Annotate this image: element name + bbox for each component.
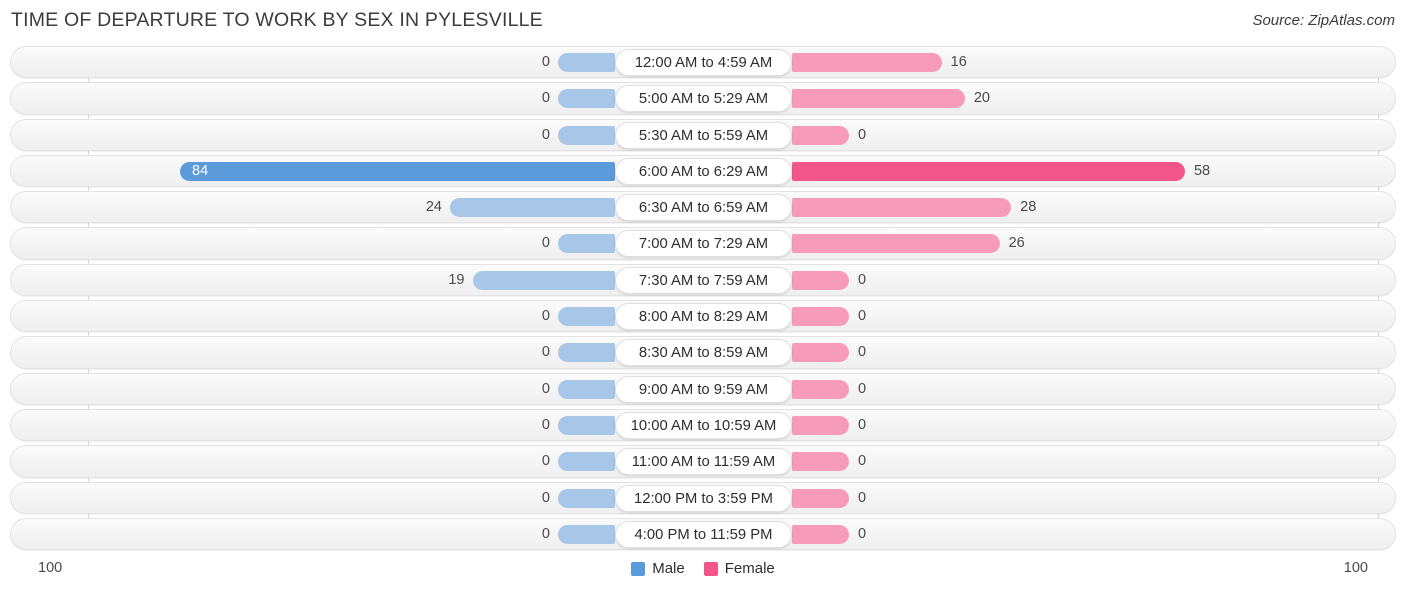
bar-male — [472, 270, 615, 290]
value-label-female: 16 — [950, 54, 967, 70]
legend-swatch-icon — [703, 561, 718, 576]
value-label-male: 84 — [192, 162, 209, 179]
chart-row: 0 0 5:30 AM to 5:59 AM — [0, 117, 1406, 153]
category-label: 12:00 AM to 4:59 AM — [615, 49, 792, 76]
bar-female — [792, 379, 849, 399]
chart-plot-area: 0 16 12:00 AM to 4:59 AM 0 20 5:00 AM to 5:29… — [0, 44, 1406, 552]
bar-female — [792, 89, 965, 109]
value-label-female: 0 — [858, 308, 867, 325]
category-label: 5:00 AM to 5:29 AM — [615, 85, 792, 113]
value-label-female: 28 — [1020, 199, 1037, 216]
bar-female — [792, 307, 849, 327]
bar-female — [792, 343, 849, 363]
chart-row: 0 0 11:00 AM to 11:59 AM — [0, 443, 1406, 479]
legend-swatch-icon — [631, 561, 646, 576]
category-label: 7:00 AM to 7:29 AM — [615, 230, 792, 258]
bar-female — [792, 270, 849, 290]
bar-male — [180, 161, 615, 181]
chart-row: 0 20 5:00 AM to 5:29 AM — [0, 80, 1406, 116]
value-label-male: 0 — [541, 489, 550, 506]
value-label-male: 0 — [541, 416, 550, 433]
category-label: 5:30 AM to 5:59 AM — [615, 121, 792, 149]
value-label-female: 0 — [858, 344, 867, 361]
category-label: 6:00 AM to 6:29 AM — [615, 157, 792, 185]
category-label: 12:00 PM to 3:59 PM — [615, 484, 792, 512]
chart-header: TIME OF DEPARTURE TO WORK BY SEX IN PYLE… — [0, 0, 1406, 42]
bar-male — [450, 198, 615, 218]
value-label-male: 0 — [541, 126, 550, 143]
value-label-female: 20 — [973, 90, 990, 107]
bar-male — [558, 53, 615, 72]
legend-item[interactable]: Female — [703, 560, 775, 577]
source-label: Source: ZipAtlas.com — [1252, 12, 1395, 29]
value-label-male: 19 — [448, 271, 465, 288]
category-label: 7:30 AM to 7:59 AM — [615, 266, 792, 294]
chart-row: 0 0 10:00 AM to 10:59 AM — [0, 407, 1406, 443]
legend-item[interactable]: Male — [631, 560, 685, 577]
chart-row: 0 0 8:30 AM to 8:59 AM — [0, 334, 1406, 370]
chart-row: 0 0 9:00 AM to 9:59 AM — [0, 371, 1406, 407]
bar-female — [792, 234, 1000, 254]
chart-legend: Male Female — [0, 560, 1406, 577]
value-label-male: 0 — [541, 453, 550, 470]
category-label: 4:00 PM to 11:59 PM — [615, 520, 792, 548]
value-label-female: 0 — [858, 380, 867, 397]
bar-female — [792, 125, 849, 145]
value-label-female: 26 — [1008, 235, 1025, 252]
value-label-male: 0 — [541, 308, 550, 325]
category-label: 10:00 AM to 10:59 AM — [615, 411, 792, 439]
category-label: 8:00 AM to 8:29 AM — [615, 303, 792, 331]
chart-row: 19 0 7:30 AM to 7:59 AM — [0, 262, 1406, 298]
chart-row: 0 26 7:00 AM to 7:29 AM — [0, 225, 1406, 261]
page-title: TIME OF DEPARTURE TO WORK BY SEX IN PYLE… — [11, 9, 543, 31]
chart-row: 0 0 4:00 PM to 11:59 PM — [0, 516, 1406, 552]
chart-footer: 100 100 Male Female — [0, 552, 1406, 594]
value-label-male: 0 — [541, 344, 550, 361]
value-label-female: 0 — [858, 416, 867, 433]
value-label-female: 0 — [858, 126, 867, 143]
bar-male — [558, 524, 615, 544]
value-label-female: 0 — [858, 271, 867, 288]
value-label-male: 0 — [541, 235, 550, 252]
value-label-female: 0 — [858, 453, 867, 470]
bar-male — [558, 234, 615, 254]
bar-male — [558, 415, 615, 435]
bar-female — [792, 415, 849, 435]
chart-row: 0 0 12:00 PM to 3:59 PM — [0, 480, 1406, 516]
bar-female — [792, 488, 849, 508]
chart-rows: 0 16 12:00 AM to 4:59 AM 0 20 5:00 AM to 5:29… — [0, 44, 1406, 552]
bar-male — [558, 307, 615, 327]
value-label-male: 24 — [425, 199, 442, 216]
category-label: 9:00 AM to 9:59 AM — [615, 375, 792, 403]
value-label-male: 0 — [541, 525, 550, 542]
legend-label: Male — [652, 560, 685, 577]
chart-row: 0 0 8:00 AM to 8:29 AM — [0, 298, 1406, 334]
bar-female — [792, 452, 849, 472]
value-label-female: 58 — [1193, 162, 1211, 179]
bar-male — [558, 488, 615, 508]
bar-female — [792, 53, 942, 72]
bar-female — [792, 524, 849, 544]
bar-male — [558, 89, 615, 109]
bar-male — [558, 343, 615, 363]
bar-male — [558, 452, 615, 472]
category-label: 11:00 AM to 11:59 AM — [615, 448, 792, 476]
legend-label: Female — [724, 560, 775, 577]
bar-female — [792, 161, 1185, 181]
chart-row: 0 16 12:00 AM to 4:59 AM — [0, 44, 1406, 80]
value-label-male: 0 — [541, 90, 550, 107]
value-label-female: 0 — [858, 525, 867, 542]
value-label-male: 0 — [541, 380, 550, 397]
chart-row: 24 28 6:30 AM to 6:59 AM — [0, 189, 1406, 225]
category-label: 8:30 AM to 8:59 AM — [615, 339, 792, 367]
bar-male — [558, 379, 615, 399]
bar-male — [558, 125, 615, 145]
category-label: 6:30 AM to 6:59 AM — [615, 194, 792, 222]
bar-female — [792, 198, 1012, 218]
value-label-male: 0 — [541, 54, 550, 70]
value-label-female: 0 — [858, 489, 867, 506]
chart-row: 84 58 6:00 AM to 6:29 AM — [0, 153, 1406, 189]
